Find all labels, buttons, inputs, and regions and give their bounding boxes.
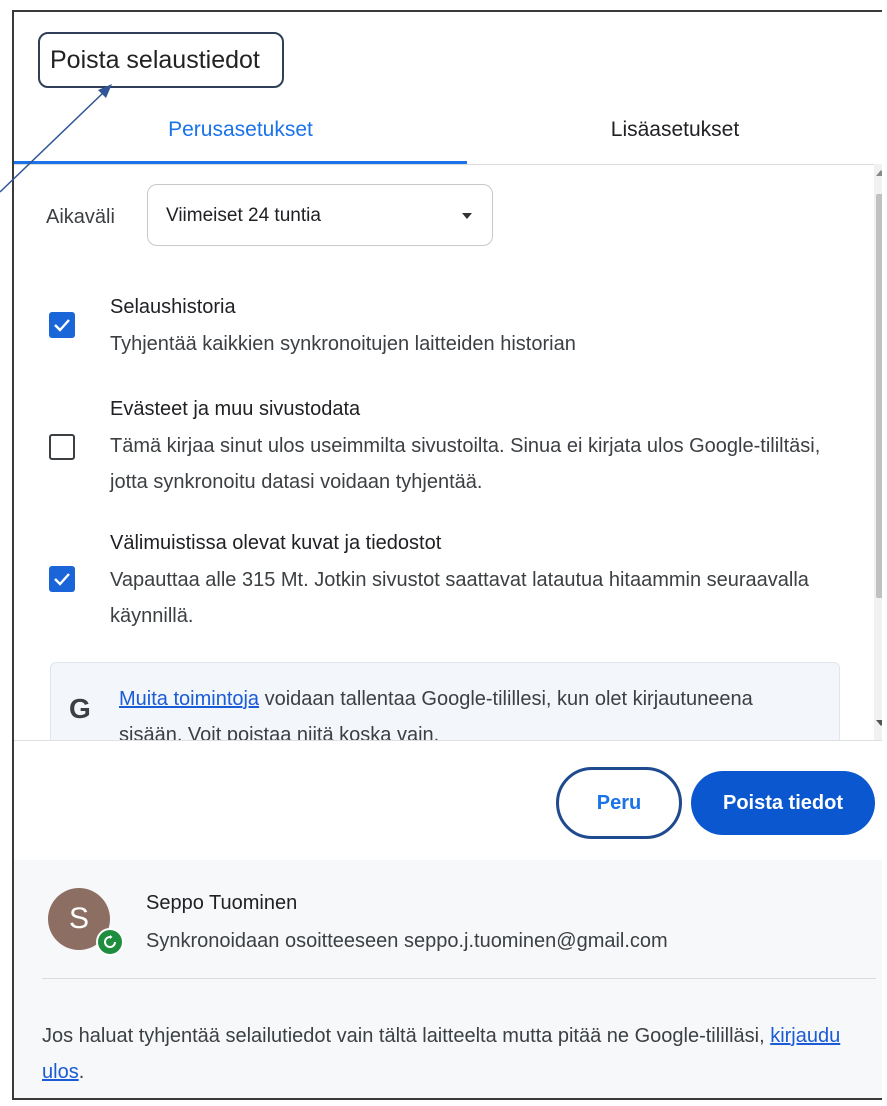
other-activity-link[interactable]: Muita toimintoja bbox=[119, 688, 259, 710]
time-range-value: Viimeiset 24 tuntia bbox=[166, 205, 321, 226]
sync-icon bbox=[96, 928, 124, 956]
cached-images-description: Vapauttaa alle 315 Mt. Jotkin sivustot s… bbox=[110, 569, 809, 627]
account-sync-status: Synkronoidaan osoitteeseen seppo.j.tuomi… bbox=[146, 930, 668, 952]
scrollbar[interactable] bbox=[874, 164, 882, 740]
time-range-select[interactable]: Viimeiset 24 tuntia bbox=[147, 184, 493, 246]
scroll-down-arrow-icon[interactable] bbox=[876, 720, 882, 726]
dialog-title: Poista selaustiedot bbox=[38, 32, 284, 88]
sign-out-hint-text: Jos haluat tyhjentää selailutiedot vain … bbox=[42, 1025, 771, 1047]
tab-bar: Perusasetukset Lisäasetukset bbox=[14, 104, 882, 165]
google-g-icon: G bbox=[69, 693, 91, 724]
sign-out-hint: Jos haluat tyhjentää selailutiedot vain … bbox=[42, 1018, 882, 1090]
settings-scroll-area[interactable]: Aikaväli Viimeiset 24 tuntia Selaushisto… bbox=[14, 164, 882, 740]
dialog-actions: Peru Poista tiedot bbox=[14, 740, 882, 861]
browsing-history-title: Selaushistoria bbox=[110, 296, 236, 318]
clear-browsing-data-dialog: Poista selaustiedot Perusasetukset Lisäa… bbox=[12, 10, 882, 1100]
checkmark-icon bbox=[54, 319, 70, 332]
browsing-history-description: Tyhjentää kaikkien synkronoitujen laitte… bbox=[110, 333, 576, 355]
time-range-label: Aikaväli bbox=[46, 206, 115, 228]
cookies-description: Tämä kirjaa sinut ulos useimmilta sivust… bbox=[110, 435, 821, 493]
cached-images-checkbox[interactable] bbox=[49, 566, 75, 592]
delete-data-button[interactable]: Poista tiedot bbox=[691, 771, 875, 835]
account-section: S Seppo Tuominen Synkronoidaan osoittees… bbox=[14, 860, 882, 1098]
dropdown-arrow-icon bbox=[462, 213, 472, 219]
divider bbox=[42, 978, 876, 979]
scrollbar-thumb[interactable] bbox=[876, 194, 882, 598]
tab-basic[interactable]: Perusasetukset bbox=[14, 104, 467, 164]
scroll-up-arrow-icon[interactable] bbox=[876, 170, 882, 176]
cached-images-title: Välimuistissa olevat kuvat ja tiedostot bbox=[110, 532, 442, 554]
account-name: Seppo Tuominen bbox=[146, 892, 298, 914]
tab-advanced[interactable]: Lisäasetukset bbox=[467, 104, 882, 164]
info-text: Muita toimintoja voidaan tallentaa Googl… bbox=[119, 681, 819, 740]
cookies-checkbox[interactable] bbox=[49, 434, 75, 460]
cookies-title: Evästeet ja muu sivustodata bbox=[110, 398, 361, 420]
sign-out-hint-suffix: . bbox=[78, 1061, 85, 1083]
google-activity-info: G Muita toimintoja voidaan tallentaa Goo… bbox=[50, 662, 840, 740]
browsing-history-checkbox[interactable] bbox=[49, 312, 75, 338]
checkmark-icon bbox=[54, 573, 70, 586]
cancel-button[interactable]: Peru bbox=[556, 767, 682, 839]
